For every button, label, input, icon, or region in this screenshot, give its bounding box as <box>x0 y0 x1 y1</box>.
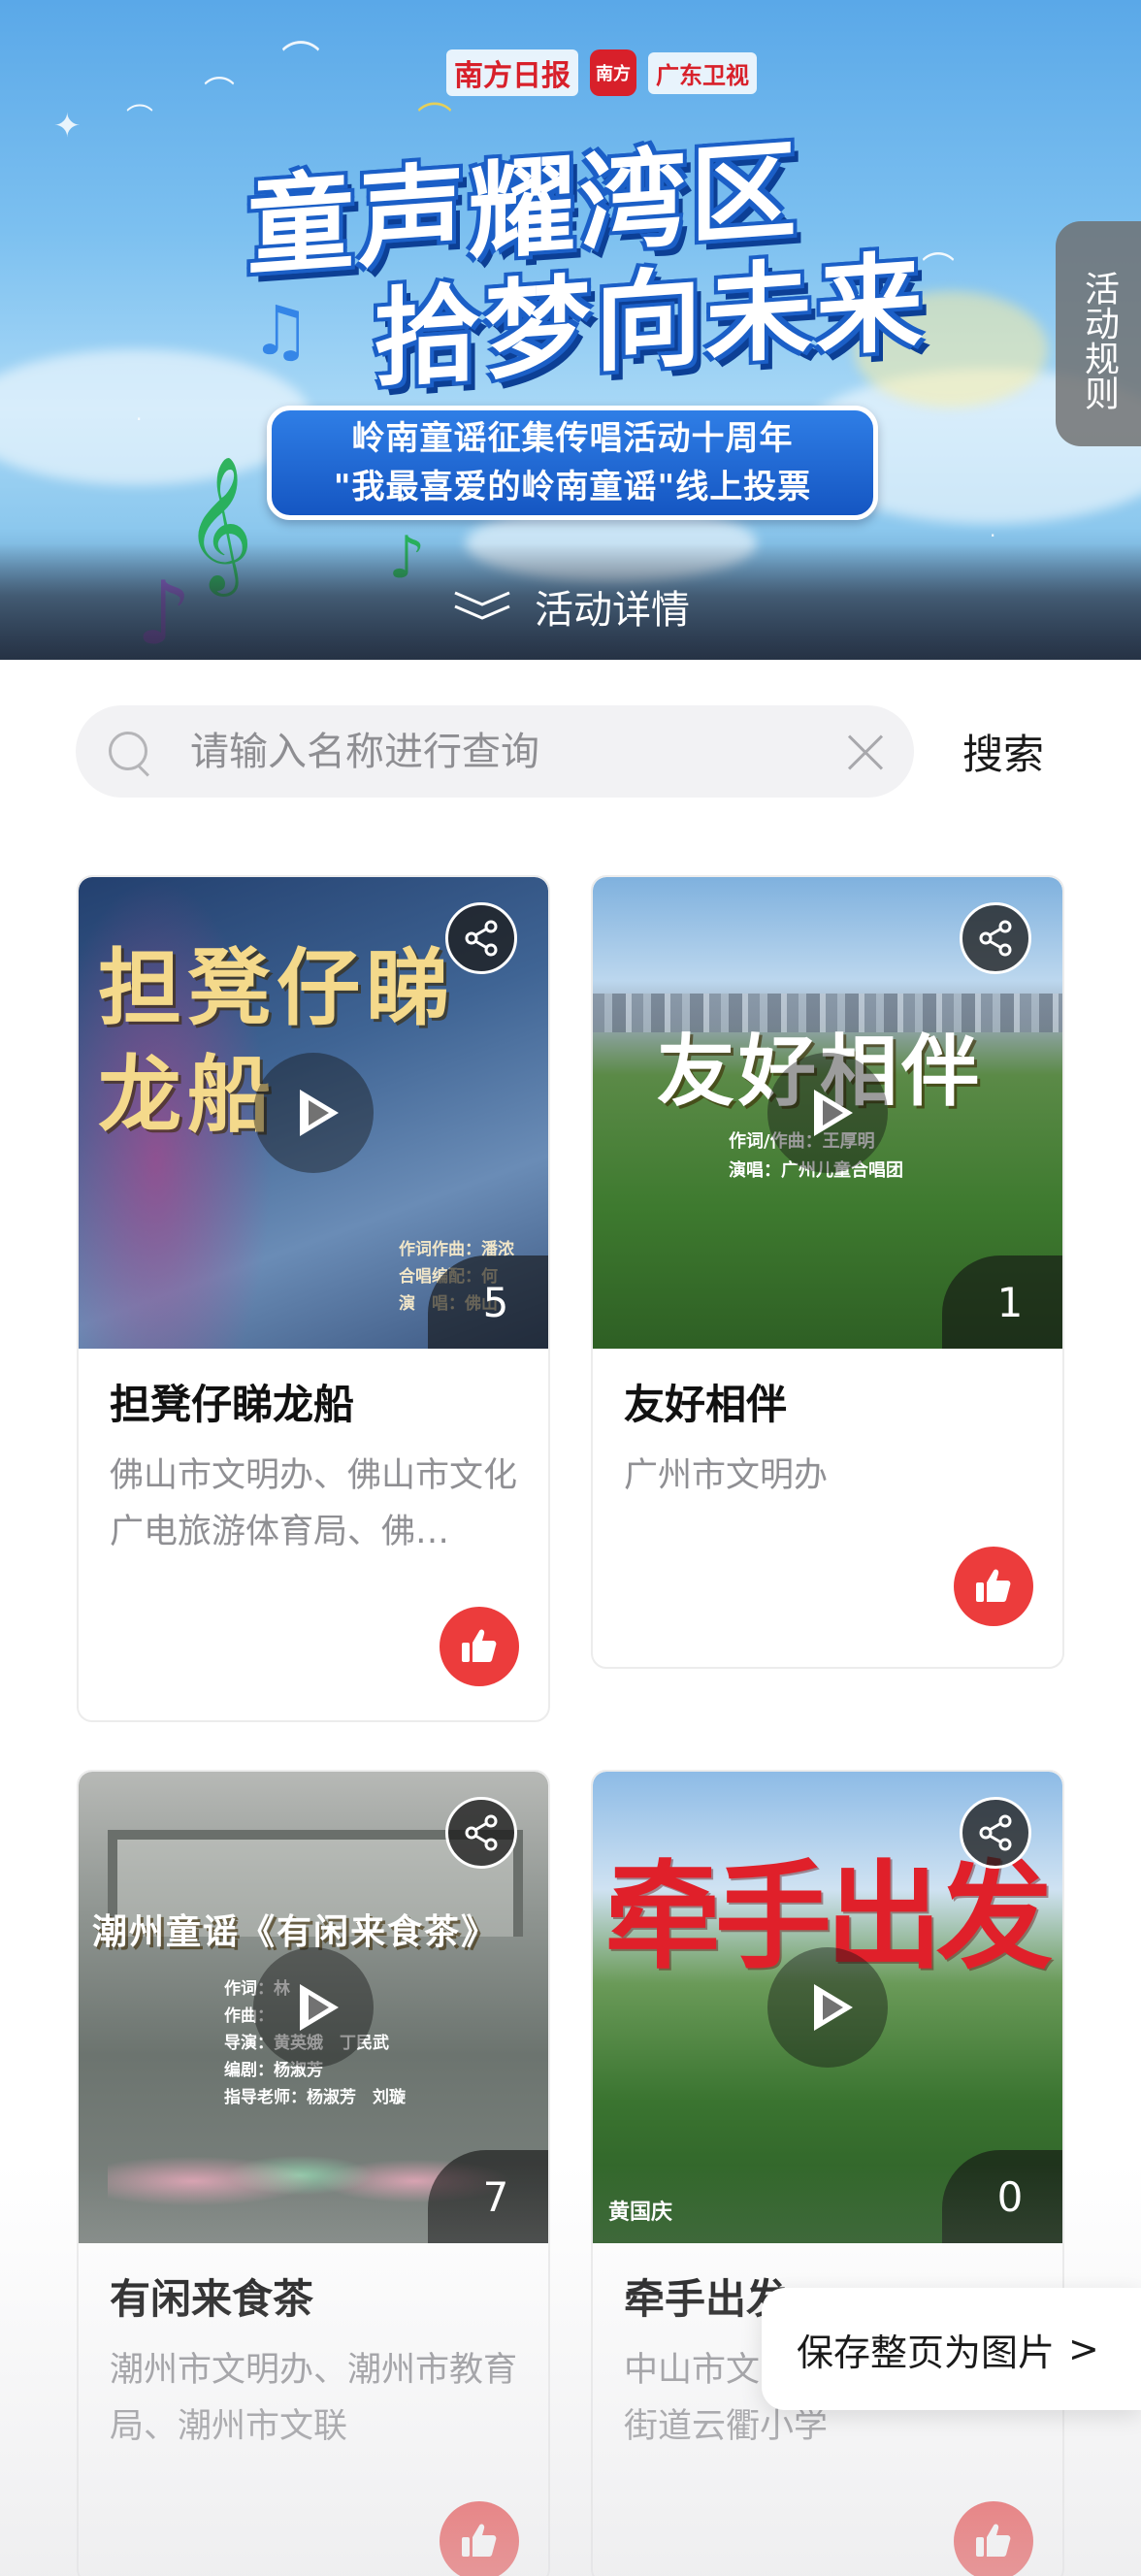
activity-rules-button[interactable]: 活动规则 <box>1056 221 1141 446</box>
guangdong-tv-logo: 广东卫视 <box>648 51 757 94</box>
chevron-down-icon <box>451 589 513 625</box>
thumbs-up-icon <box>462 1629 497 1662</box>
share-icon <box>465 920 498 957</box>
share-button[interactable] <box>960 902 1031 974</box>
search-icon <box>107 730 151 774</box>
star-icon: ✦ <box>53 107 82 146</box>
play-button[interactable] <box>253 1053 374 1173</box>
search-button[interactable]: 搜索 <box>962 722 1044 781</box>
entry-card[interactable]: 潮州童谣《有闲来食茶》 作词：林 作曲： 导演：黄英娥 丁民武 编剧：杨淑芳 指… <box>77 1770 550 2576</box>
like-button[interactable] <box>440 1607 519 1686</box>
share-icon <box>465 1814 498 1851</box>
banner-subtitle-box: 岭南童谣征集传唱活动十周年 "我最喜爱的岭南童谣"线上投票 <box>267 406 878 520</box>
entry-organization: 佛山市文明办、佛山市文化广电旅游体育局、佛… <box>110 1456 518 1551</box>
entry-organization: 潮州市文明办、潮州市教育局、潮州市文联 <box>110 2351 518 2446</box>
thumbs-up-icon <box>976 2524 1011 2557</box>
sponsor-logos: 南方日报 南方 广东卫视 <box>446 39 757 107</box>
share-button[interactable] <box>960 1797 1031 1869</box>
thumbnail-credits: 黄国庆 <box>608 2201 673 2225</box>
play-button[interactable] <box>767 1947 888 2068</box>
nanfang-plus-logo: 南方 <box>590 49 636 96</box>
entry-card[interactable]: 牵手出发 黄国庆 0 牵手出发 中山市文明办、中山市南朗街道云衢小学 <box>591 1770 1064 2576</box>
entry-title: 担凳仔睇龙船 <box>110 1381 355 1428</box>
activity-banner[interactable]: ✦ · · ⌒ ⌒ ⌒ ⌒ ⌒ 南方日报 南方 广东卫视 ♫ 𝄞 ♪ ♪ 童声耀… <box>0 0 1141 660</box>
share-button[interactable] <box>445 902 517 974</box>
play-button[interactable] <box>253 1947 374 2068</box>
like-button[interactable] <box>954 2501 1033 2576</box>
save-page-label: 保存整页为图片 <box>797 2331 1056 2374</box>
card-info: 友好相伴 广州市文明办 <box>593 1349 1062 1504</box>
entry-title: 有闲来食茶 <box>110 2275 314 2323</box>
video-thumbnail[interactable]: 潮州童谣《有闲来食茶》 作词：林 作曲： 导演：黄英娥 丁民武 编剧：杨淑芳 指… <box>79 1772 548 2243</box>
play-icon <box>300 1984 339 2031</box>
play-icon <box>814 1090 853 1136</box>
nanfang-daily-logo: 南方日报 <box>446 49 578 96</box>
share-icon <box>979 920 1012 957</box>
thumbnail-title: 潮州童谣《有闲来食茶》 <box>92 1911 499 1952</box>
play-button[interactable] <box>767 1053 888 1173</box>
search-input[interactable] <box>190 729 832 774</box>
play-icon <box>814 1984 853 2031</box>
bird-icon: ⌒ <box>204 74 236 111</box>
entry-card[interactable]: 友好相伴 作词/作曲：王厚明 演唱：广州儿童合唱团 1 友好相伴 广州市文明办 <box>591 875 1064 1669</box>
entry-title: 友好相伴 <box>624 1381 788 1428</box>
bird-icon: ⌒ <box>126 102 154 134</box>
entry-organization: 广州市文明办 <box>624 1456 829 1495</box>
like-button[interactable] <box>954 1547 1033 1626</box>
clear-icon[interactable] <box>842 731 885 773</box>
banner-headline: 童声耀湾区 拾梦向未来 <box>247 127 946 402</box>
subtitle-line-1: 岭南童谣征集传唱活动十周年 <box>351 419 794 458</box>
star-icon: · <box>136 408 143 431</box>
search-box <box>76 705 914 798</box>
video-thumbnail[interactable]: 担凳仔睇龙船 作词作曲：潘浓 合唱编配：何 演 唱：佛山 5 <box>79 877 548 1349</box>
entry-card[interactable]: 担凳仔睇龙船 作词作曲：潘浓 合唱编配：何 演 唱：佛山 5 担凳仔睇龙船 佛山… <box>77 875 550 1722</box>
card-info: 有闲来食茶 潮州市文明办、潮州市教育局、潮州市文联 <box>79 2243 548 2455</box>
bird-icon: ⌒ <box>281 39 320 83</box>
thumbs-up-icon <box>462 2524 497 2557</box>
video-thumbnail[interactable]: 牵手出发 黄国庆 0 <box>593 1772 1062 2243</box>
subtitle-line-2: "我最喜爱的岭南童谣"线上投票 <box>333 468 812 506</box>
card-info: 担凳仔睇龙船 佛山市文明办、佛山市文化广电旅游体育局、佛… <box>79 1349 548 1560</box>
activity-details-label: 活动详情 <box>535 588 690 633</box>
activity-details-toggle[interactable]: 活动详情 <box>0 543 1141 660</box>
save-page-as-image-button[interactable]: 保存整页为图片 > <box>762 2288 1141 2410</box>
thumbs-up-icon <box>976 1569 1011 1602</box>
chevron-right-icon: > <box>1068 2328 1099 2370</box>
play-icon <box>300 1090 339 1136</box>
share-icon <box>979 1814 1012 1851</box>
search-bar: 搜索 <box>76 705 1065 798</box>
share-button[interactable] <box>445 1797 517 1869</box>
like-button[interactable] <box>440 2501 519 2576</box>
video-thumbnail[interactable]: 友好相伴 作词/作曲：王厚明 演唱：广州儿童合唱团 1 <box>593 877 1062 1349</box>
